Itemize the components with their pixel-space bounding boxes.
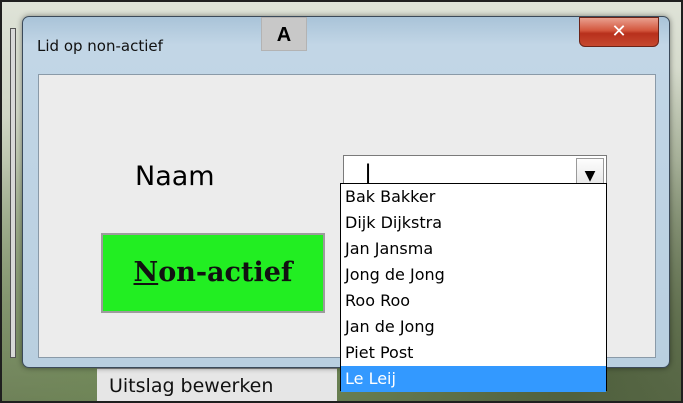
title-bar[interactable]: Lid op non-actief A ✕: [23, 17, 669, 75]
dropdown-item[interactable]: Jan de Jong: [341, 314, 606, 340]
window-title: Lid op non-actief: [37, 37, 163, 55]
close-button[interactable]: ✕: [579, 17, 659, 47]
annotation-badge: A: [261, 17, 307, 51]
dropdown-item[interactable]: Jan Jansma: [341, 236, 606, 262]
dropdown-item[interactable]: Piet Post: [341, 340, 606, 366]
button-label: on-actief: [158, 257, 293, 288]
background-window-edge: [10, 28, 16, 358]
dropdown-item[interactable]: Dijk Dijkstra: [341, 210, 606, 236]
button-accelerator: N: [133, 257, 159, 288]
dropdown-item[interactable]: Le Leij: [341, 366, 606, 392]
naam-label: Naam: [135, 161, 215, 192]
dropdown-item[interactable]: Jong de Jong: [341, 262, 606, 288]
non-actief-button[interactable]: Non-actief: [101, 233, 325, 313]
naam-dropdown-list[interactable]: Bak Bakker Dijk Dijkstra Jan Jansma Jong de…: [340, 183, 607, 392]
close-icon: ✕: [611, 21, 627, 42]
chevron-down-icon: ▼: [584, 168, 596, 184]
dropdown-item[interactable]: Roo Roo: [341, 288, 606, 314]
uitslag-bewerken-button[interactable]: Uitslag bewerken: [97, 368, 337, 403]
dropdown-item[interactable]: Bak Bakker: [341, 184, 606, 210]
